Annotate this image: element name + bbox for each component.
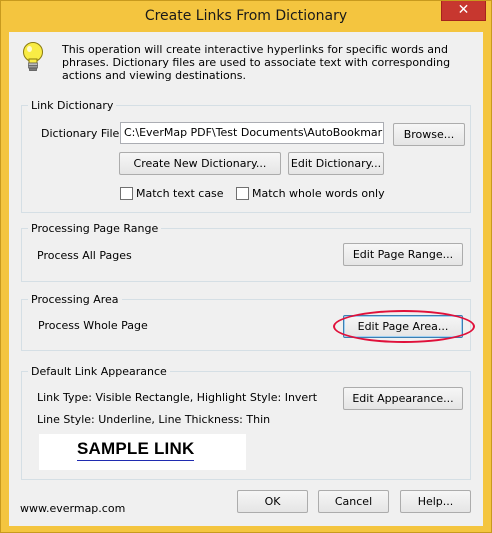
ok-button[interactable]: OK [237, 490, 308, 513]
link-dictionary-group-label: Link Dictionary [28, 99, 117, 112]
sample-link-preview: SAMPLE LINK [39, 434, 246, 470]
window-title: Create Links From Dictionary [144, 8, 348, 24]
lightbulb-icon [22, 42, 44, 74]
processing-area-value: Process Whole Page [38, 319, 148, 332]
cancel-button[interactable]: Cancel [318, 490, 389, 513]
page-range-group: Processing Page Range Process All Pages … [21, 222, 471, 282]
dictionary-file-label: Dictionary File: [41, 127, 124, 140]
page-range-value: Process All Pages [37, 249, 132, 262]
link-type-text: Link Type: Visible Rectangle, Highlight … [37, 391, 318, 404]
match-text-case-checkbox[interactable] [120, 187, 133, 200]
browse-button[interactable]: Browse... [393, 123, 465, 146]
create-new-dictionary-button[interactable]: Create New Dictionary... [119, 152, 281, 175]
link-appearance-group-label: Default Link Appearance [28, 365, 170, 378]
match-whole-words-label[interactable]: Match whole words only [252, 187, 385, 200]
help-button[interactable]: Help... [400, 490, 471, 513]
close-button[interactable]: ✕ [441, 1, 486, 21]
dictionary-file-field[interactable]: C:\EverMap PDF\Test Documents\AutoBookma… [120, 122, 384, 144]
info-description: This operation will create interactive h… [62, 43, 451, 82]
line-style-text: Line Style: Underline, Line Thickness: T… [37, 413, 271, 426]
page-range-group-label: Processing Page Range [28, 222, 162, 235]
sample-link-text: SAMPLE LINK [77, 439, 195, 461]
title-bar[interactable]: Create Links From Dictionary ✕ [1, 1, 491, 32]
edit-appearance-button[interactable]: Edit Appearance... [343, 387, 463, 410]
website-link[interactable]: www.evermap.com [20, 502, 125, 515]
edit-page-range-button[interactable]: Edit Page Range... [343, 243, 463, 266]
processing-area-group-label: Processing Area [28, 293, 122, 306]
edit-page-area-button[interactable]: Edit Page Area... [343, 315, 463, 338]
dialog-window: Create Links From Dictionary ✕ This oper… [0, 0, 492, 533]
link-dictionary-group: Link Dictionary Dictionary File: C:\Ever… [21, 99, 471, 213]
match-text-case-label[interactable]: Match text case [136, 187, 224, 200]
match-whole-words-checkbox[interactable] [236, 187, 249, 200]
edit-dictionary-button[interactable]: Edit Dictionary... [288, 152, 384, 175]
link-appearance-group: Default Link Appearance Link Type: Visib… [21, 365, 471, 480]
processing-area-group: Processing Area Process Whole Page Edit … [21, 293, 471, 351]
dialog-body: This operation will create interactive h… [9, 32, 483, 526]
